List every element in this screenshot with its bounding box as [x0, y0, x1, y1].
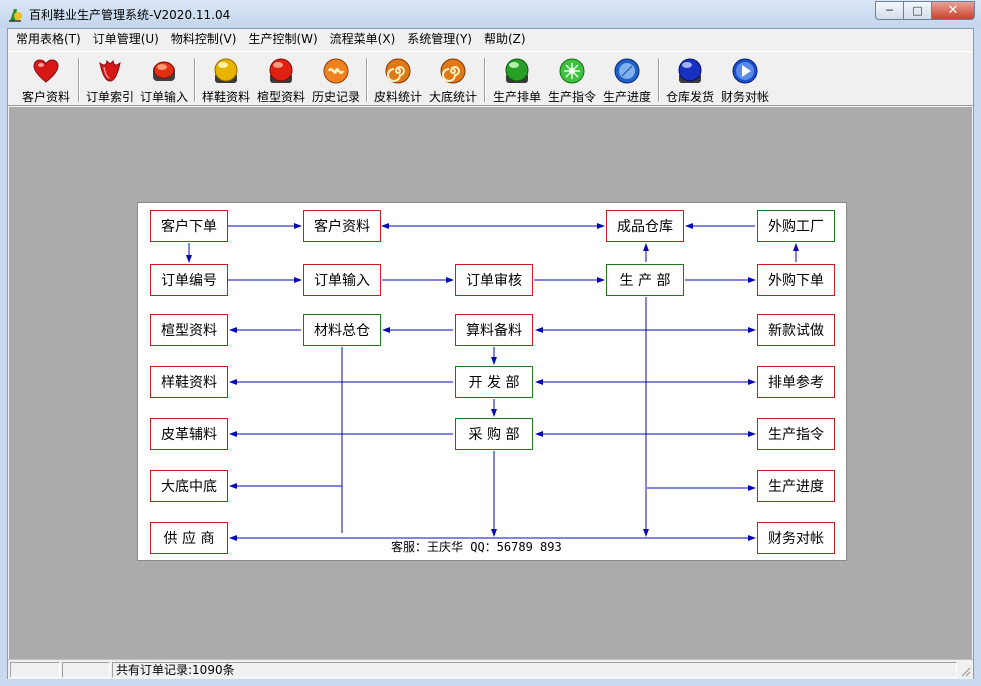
yellow-orb-icon	[214, 58, 238, 83]
toolbar-finance-reconcile-button[interactable]: 财务对帐	[717, 55, 773, 105]
menu-order-management[interactable]: 订单管理(U)	[87, 29, 165, 50]
green-flower-icon	[559, 58, 585, 84]
menu-common-tables[interactable]: 常用表格(T)	[10, 29, 87, 50]
toolbar-production-progress-button[interactable]: 生产进度	[599, 55, 655, 105]
flow-box-development-dept[interactable]: 开 发 部	[455, 366, 533, 398]
close-button[interactable]: ✕	[931, 1, 975, 20]
flow-box-production-dept[interactable]: 生 产 部	[606, 264, 684, 296]
menu-system-management[interactable]: 系统管理(Y)	[401, 29, 478, 50]
toolbar-last-shape-button[interactable]: 楦型资料	[253, 55, 309, 105]
flow-box-sample-shoe[interactable]: 样鞋资料	[150, 366, 228, 398]
flow-box-customer-order[interactable]: 客户下单	[150, 210, 228, 242]
blue-compass-icon	[614, 58, 640, 84]
flow-box-outsource-factory[interactable]: 外购工厂	[757, 210, 835, 242]
red-button-icon	[153, 61, 175, 81]
toolbar-production-schedule-button[interactable]: 生产排单	[489, 55, 545, 105]
flow-box-new-style-trial[interactable]: 新款试做	[757, 314, 835, 346]
minimize-button[interactable]: ─	[875, 1, 903, 20]
flow-box-last-shape[interactable]: 楦型资料	[150, 314, 228, 346]
flow-box-customer-info[interactable]: 客户资料	[303, 210, 381, 242]
toolbar-warehouse-shipping-button[interactable]: 仓库发货	[662, 55, 718, 105]
toolbar: 客户资料 订单索引 订单输入 样鞋资料 楦型资料 历史记录 皮料统计 大底统计 …	[8, 51, 973, 106]
spiral-icon	[385, 58, 411, 84]
resize-grip-icon[interactable]	[959, 665, 971, 677]
spiral-icon	[440, 58, 466, 84]
toolbar-sole-stats-button[interactable]: 大底统计	[425, 55, 481, 105]
title-bar: 百利鞋业生产管理系统-V2020.11.04 ─ □ ✕	[0, 0, 981, 28]
flow-box-material-calc[interactable]: 算料备料	[455, 314, 533, 346]
status-bar: 共有订单记录:1090条	[8, 659, 973, 679]
flow-diagram-panel: 客户下单 客户资料 成品仓库 外购工厂 订单编号 订单输入 订单审核 生 产 部…	[137, 202, 847, 561]
main-window: 常用表格(T) 订单管理(U) 物料控制(V) 生产控制(W) 流程菜单(X) …	[7, 28, 974, 679]
toolbar-sample-shoe-button[interactable]: 样鞋资料	[198, 55, 254, 105]
maximize-button[interactable]: □	[903, 1, 931, 20]
toolbar-history-button[interactable]: 历史记录	[308, 55, 364, 105]
toolbar-leather-stats-button[interactable]: 皮料统计	[370, 55, 426, 105]
toolbar-order-index-button[interactable]: 订单索引	[82, 55, 138, 105]
heart-icon	[33, 59, 59, 83]
menu-help[interactable]: 帮助(Z)	[478, 29, 532, 50]
blue-orb-icon	[678, 58, 702, 83]
green-orb-icon	[505, 58, 529, 83]
toolbar-order-input-button[interactable]: 订单输入	[136, 55, 192, 105]
flow-box-sole-insole[interactable]: 大底中底	[150, 470, 228, 502]
customer-service-contact: 客服：王庆华 QQ：56789 893	[391, 540, 562, 554]
status-cell-2	[62, 662, 110, 678]
flow-box-order-review[interactable]: 订单审核	[455, 264, 533, 296]
app-icon	[9, 9, 22, 22]
toolbar-customer-info-button[interactable]: 客户资料	[18, 55, 74, 105]
flow-box-order-number[interactable]: 订单编号	[150, 264, 228, 296]
status-cell-1	[10, 662, 60, 678]
flow-box-finished-warehouse[interactable]: 成品仓库	[606, 210, 684, 242]
menu-bar: 常用表格(T) 订单管理(U) 物料控制(V) 生产控制(W) 流程菜单(X) …	[8, 29, 973, 50]
flow-box-finance-reconcile[interactable]: 财务对帐	[757, 522, 835, 554]
flow-box-production-progress[interactable]: 生产进度	[757, 470, 835, 502]
play-icon	[732, 58, 758, 84]
menu-production-control[interactable]: 生产控制(W)	[242, 29, 323, 50]
window-title: 百利鞋业生产管理系统-V2020.11.04	[29, 8, 231, 22]
menu-flow[interactable]: 流程菜单(X)	[324, 29, 402, 50]
flow-box-schedule-reference[interactable]: 排单参考	[757, 366, 835, 398]
flow-box-material-warehouse[interactable]: 材料总仓	[303, 314, 381, 346]
flow-box-production-order[interactable]: 生产指令	[757, 418, 835, 450]
orange-knot-icon	[323, 58, 349, 84]
flow-box-supplier[interactable]: 供 应 商	[150, 522, 228, 554]
status-order-records: 共有订单记录:1090条	[112, 662, 957, 678]
flow-box-outsource-order[interactable]: 外购下单	[757, 264, 835, 296]
client-area: 客户下单 客户资料 成品仓库 外购工厂 订单编号 订单输入 订单审核 生 产 部…	[9, 107, 972, 659]
flow-box-order-input[interactable]: 订单输入	[303, 264, 381, 296]
tulip-icon	[99, 59, 121, 82]
toolbar-production-order-button[interactable]: 生产指令	[544, 55, 600, 105]
flow-box-purchasing-dept[interactable]: 采 购 部	[455, 418, 533, 450]
flow-box-leather-accessories[interactable]: 皮革辅料	[150, 418, 228, 450]
menu-material-control[interactable]: 物料控制(V)	[165, 29, 243, 50]
red-orb-icon	[269, 58, 293, 83]
